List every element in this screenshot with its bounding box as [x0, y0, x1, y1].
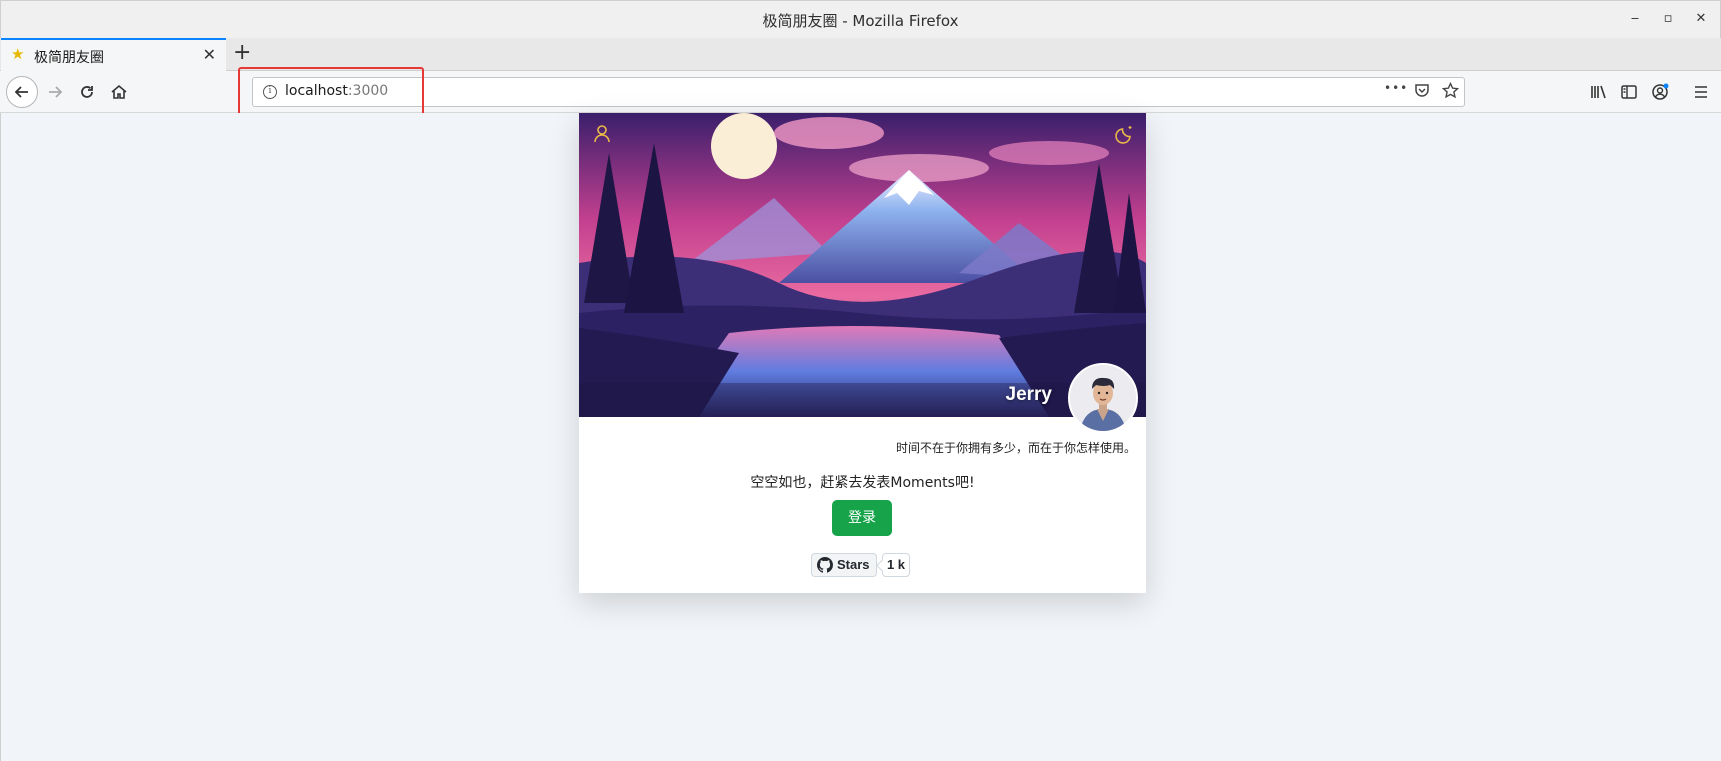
back-arrow-icon: [14, 86, 28, 98]
pocket-button[interactable]: [1414, 82, 1430, 102]
profile-motto: 时间不在于你拥有多少，而在于你怎样使用。: [895, 441, 1136, 455]
account-icon: [1652, 83, 1669, 100]
login-button[interactable]: 登录: [832, 500, 892, 536]
reload-button[interactable]: [72, 77, 102, 107]
user-login-icon[interactable]: [591, 123, 613, 145]
account-button[interactable]: [1645, 77, 1675, 107]
window-titlebar: 极简朋友圈 - Mozilla Firefox ‒ ▫ ✕: [0, 0, 1721, 38]
mountain-lake-illustration: [579, 113, 1146, 417]
new-tab-button[interactable]: +: [233, 40, 251, 65]
forward-arrow-icon: [49, 86, 63, 98]
empty-feed-message: 空空如也，赶紧去发表Moments吧!: [750, 475, 975, 491]
avatar-illustration: [1070, 365, 1136, 431]
home-button[interactable]: [104, 77, 134, 107]
sidebar-icon: [1621, 85, 1637, 99]
tab-close-button[interactable]: ✕: [203, 45, 216, 64]
profile-name: Jerry: [1005, 384, 1053, 405]
page-viewport: Jerry 时间不在于你拥有多少，而在于你怎样使用。 空空如也，赶紧去发表Mom…: [0, 113, 1721, 761]
tab-active[interactable]: ★ 极简朋友圈 ✕: [1, 38, 226, 71]
avatar[interactable]: [1068, 363, 1138, 433]
github-icon: [817, 557, 833, 573]
library-button[interactable]: [1583, 77, 1613, 107]
stars-label: Stars: [837, 557, 870, 572]
home-icon: [111, 84, 127, 99]
minimize-button[interactable]: ‒: [1627, 11, 1643, 27]
page-actions-button[interactable]: •••: [1384, 81, 1408, 95]
pocket-icon: [1415, 84, 1429, 97]
star-favicon-icon: ★: [11, 45, 25, 63]
moon-theme-toggle-icon[interactable]: [1114, 123, 1136, 145]
github-stars-button[interactable]: Stars: [811, 553, 877, 577]
url-highlight-box: [238, 67, 424, 116]
sidebar-button[interactable]: [1614, 77, 1644, 107]
hamburger-menu-icon: [1695, 86, 1707, 98]
star-outline-icon: [1441, 81, 1460, 99]
menu-button[interactable]: [1686, 77, 1716, 107]
forward-button[interactable]: [40, 77, 70, 107]
close-window-button[interactable]: ✕: [1693, 11, 1709, 27]
back-button[interactable]: [6, 76, 38, 108]
maximize-button[interactable]: ▫: [1660, 11, 1676, 27]
stars-count[interactable]: 1 k: [882, 553, 910, 577]
moments-card: Jerry 时间不在于你拥有多少，而在于你怎样使用。 空空如也，赶紧去发表Mom…: [579, 113, 1146, 593]
window-title: 极简朋友圈 - Mozilla Firefox: [762, 12, 959, 30]
reload-icon: [81, 86, 93, 98]
url-bar[interactable]: i localhost:3000 •••: [252, 77, 1465, 107]
tab-title: 极简朋友圈: [34, 50, 104, 66]
bookmark-star-button[interactable]: [1441, 81, 1460, 103]
library-icon: [1591, 85, 1606, 99]
cover-image: [579, 113, 1146, 417]
